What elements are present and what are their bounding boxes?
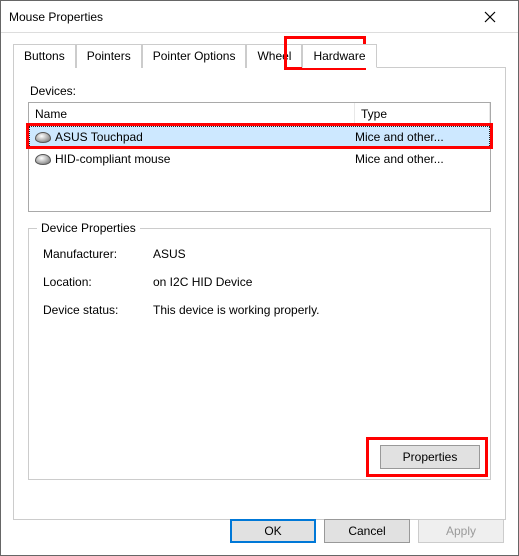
- manufacturer-label: Manufacturer:: [43, 247, 153, 261]
- device-name: ASUS Touchpad: [55, 130, 355, 144]
- tab-pointer-options[interactable]: Pointer Options: [142, 44, 247, 68]
- status-row: Device status: This device is working pr…: [43, 303, 476, 317]
- column-header-name[interactable]: Name: [29, 103, 355, 125]
- device-list-header: Name Type: [29, 103, 490, 126]
- tab-panel-hardware: Devices: Name Type ASUS Touchpad Mice an…: [13, 68, 506, 520]
- location-label: Location:: [43, 275, 153, 289]
- mouse-icon: [35, 132, 51, 142]
- cancel-button[interactable]: Cancel: [324, 519, 410, 543]
- group-title: Device Properties: [37, 221, 140, 235]
- column-header-type[interactable]: Type: [355, 103, 490, 125]
- properties-button[interactable]: Properties: [380, 445, 480, 469]
- window-title: Mouse Properties: [9, 10, 470, 24]
- mouse-properties-window: Mouse Properties Buttons Pointers Pointe…: [0, 0, 519, 556]
- tab-buttons[interactable]: Buttons: [13, 44, 76, 68]
- content-area: Buttons Pointers Pointer Options Wheel H…: [1, 33, 518, 532]
- properties-button-wrap: Properties: [380, 445, 480, 469]
- devices-label: Devices:: [30, 84, 491, 98]
- device-list[interactable]: Name Type ASUS Touchpad Mice and other..…: [28, 102, 491, 212]
- mouse-icon: [35, 154, 51, 164]
- titlebar: Mouse Properties: [1, 1, 518, 33]
- manufacturer-row: Manufacturer: ASUS: [43, 247, 476, 261]
- apply-button: Apply: [418, 519, 504, 543]
- device-properties-group: Device Properties Manufacturer: ASUS Loc…: [28, 228, 491, 480]
- manufacturer-value: ASUS: [153, 247, 476, 261]
- device-type: Mice and other...: [355, 130, 490, 144]
- tab-wheel[interactable]: Wheel: [246, 44, 302, 68]
- status-label: Device status:: [43, 303, 153, 317]
- device-type: Mice and other...: [355, 152, 490, 166]
- ok-button[interactable]: OK: [230, 519, 316, 543]
- device-row[interactable]: ASUS Touchpad Mice and other...: [29, 126, 490, 148]
- status-value: This device is working properly.: [153, 303, 476, 317]
- close-icon: [484, 11, 496, 23]
- location-row: Location: on I2C HID Device: [43, 275, 476, 289]
- device-name: HID-compliant mouse: [55, 152, 355, 166]
- tab-hardware[interactable]: Hardware: [302, 44, 376, 68]
- close-button[interactable]: [470, 3, 510, 31]
- device-row[interactable]: HID-compliant mouse Mice and other...: [29, 148, 490, 170]
- location-value: on I2C HID Device: [153, 275, 476, 289]
- tab-strip: Buttons Pointers Pointer Options Wheel H…: [13, 43, 506, 68]
- tab-pointers[interactable]: Pointers: [76, 44, 142, 68]
- dialog-button-row: OK Cancel Apply: [230, 519, 504, 543]
